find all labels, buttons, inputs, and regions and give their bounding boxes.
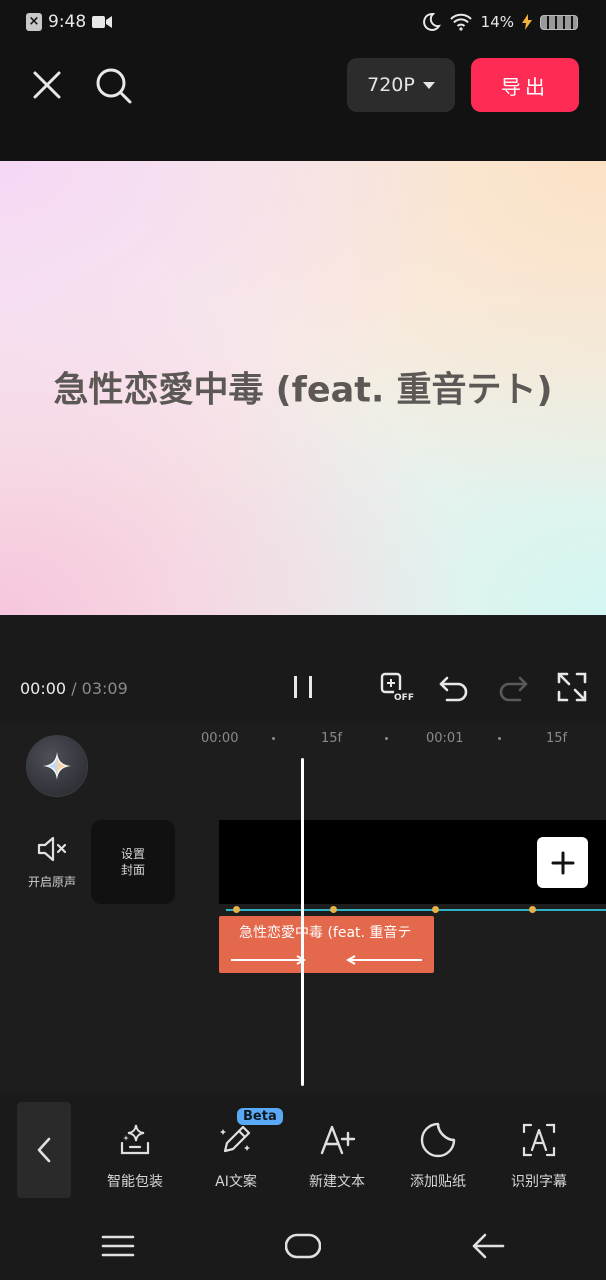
- keyframe-dot: [529, 906, 536, 913]
- fullscreen-icon[interactable]: [555, 670, 589, 704]
- ruler-label: 00:00: [201, 731, 239, 746]
- tool-label: 新建文本: [309, 1174, 365, 1190]
- ruler-dot: [272, 737, 275, 740]
- tool-label: 添加贴纸: [410, 1174, 466, 1190]
- tool-new-text[interactable]: 新建文本: [292, 1121, 382, 1191]
- cover-label-line1: 设置: [120, 847, 145, 861]
- text-clip[interactable]: 急性恋愛中毒 (feat. 重音テ: [219, 916, 434, 973]
- sticker-icon: [420, 1122, 456, 1158]
- resolution-dropdown[interactable]: 720P: [347, 58, 455, 112]
- magic-button[interactable]: [26, 735, 88, 797]
- tool-add-sticker[interactable]: 添加贴纸: [393, 1121, 483, 1191]
- sparkle-package-icon: [120, 1124, 150, 1155]
- bottom-toolbar: 智能包装 AI文案 Beta 新建文本 添加贴纸 识别字幕: [0, 1093, 606, 1210]
- ai-pen-icon: [220, 1125, 251, 1153]
- ruler-dot: [498, 737, 501, 740]
- add-clip-button[interactable]: [537, 837, 588, 888]
- text-add-icon: [320, 1125, 356, 1155]
- status-time: 9:48: [48, 12, 87, 32]
- tool-recognize-captions[interactable]: 识别字幕: [494, 1121, 584, 1191]
- keyframe-dot: [432, 906, 439, 913]
- tool-label: AI文案: [215, 1174, 257, 1190]
- original-audio-toggle[interactable]: 开启原声: [22, 835, 82, 890]
- wifi-icon: [449, 13, 472, 31]
- current-time: 00:00: [20, 679, 67, 698]
- system-nav-bar: [0, 1210, 606, 1280]
- total-time: 03:09: [81, 679, 128, 698]
- redo-icon[interactable]: [496, 670, 530, 704]
- search-icon[interactable]: [94, 66, 134, 106]
- keyframe-dot: [330, 906, 337, 913]
- set-cover-button[interactable]: 设置 封面: [91, 820, 175, 904]
- status-right: 14%: [421, 12, 578, 32]
- pause-icon[interactable]: [286, 670, 320, 704]
- keyframe-dot: [233, 906, 240, 913]
- ruler-label: 15f: [321, 731, 343, 746]
- ruler-dot: [385, 737, 388, 740]
- timeline[interactable]: 00:00 15f 00:01 15f 开启原声 设置 封面 急性恋愛中毒 (f…: [0, 721, 606, 1093]
- preview-title: 急性恋愛中毒 (feat. 重音テト): [53, 370, 553, 411]
- toolbar-back-button[interactable]: [17, 1102, 71, 1198]
- ruler-label: 00:01: [426, 731, 464, 746]
- menu-icon[interactable]: [100, 1228, 136, 1264]
- moon-icon: [422, 12, 441, 31]
- audio-keyline: [226, 909, 606, 911]
- video-preview[interactable]: 急性恋愛中毒 (feat. 重音テト): [0, 161, 606, 615]
- time-display: 00:00 / 03:09: [20, 679, 128, 698]
- tool-label: 识别字幕: [511, 1174, 567, 1190]
- video-camera-icon: [92, 16, 113, 28]
- undo-icon[interactable]: [437, 670, 471, 704]
- caret-down-icon: [422, 81, 435, 89]
- plus-icon: [551, 851, 574, 874]
- trim-arrows-icon: [231, 955, 422, 965]
- top-bar: 720P 导出: [0, 48, 606, 161]
- close-icon[interactable]: [28, 66, 66, 104]
- tool-ai-copywriting[interactable]: AI文案: [191, 1121, 281, 1191]
- tool-smart-package[interactable]: 智能包装: [90, 1121, 180, 1191]
- audio-label: 开启原声: [27, 875, 76, 889]
- speaker-mute-icon: [37, 836, 67, 862]
- charging-icon: [522, 14, 532, 30]
- time-separator: /: [66, 679, 82, 698]
- keyframe-off-icon[interactable]: OFF: [380, 670, 414, 704]
- tool-label: 智能包装: [107, 1174, 163, 1190]
- cover-label-line2: 封面: [120, 863, 145, 877]
- preview-spacer: [0, 615, 606, 657]
- svg-text:OFF: OFF: [394, 693, 414, 703]
- beta-badge: Beta: [237, 1108, 283, 1125]
- ruler-label: 15f: [546, 731, 568, 746]
- back-arrow-icon[interactable]: [470, 1228, 506, 1264]
- notification-icon: ×: [26, 13, 42, 31]
- status-bar: × 9:48 14%: [0, 0, 606, 48]
- export-button[interactable]: 导出: [471, 58, 579, 112]
- status-left: × 9:48: [26, 12, 113, 32]
- battery-percent: 14%: [480, 13, 514, 31]
- battery-icon: [540, 14, 578, 30]
- home-icon[interactable]: [285, 1228, 321, 1264]
- caption-recognize-icon: [522, 1123, 556, 1157]
- resolution-label: 720P: [367, 74, 415, 96]
- sparkle-icon: [43, 752, 71, 780]
- playback-controls: 00:00 / 03:09 OFF: [0, 657, 606, 721]
- playhead[interactable]: [301, 758, 304, 1086]
- chevron-left-icon: [37, 1137, 51, 1163]
